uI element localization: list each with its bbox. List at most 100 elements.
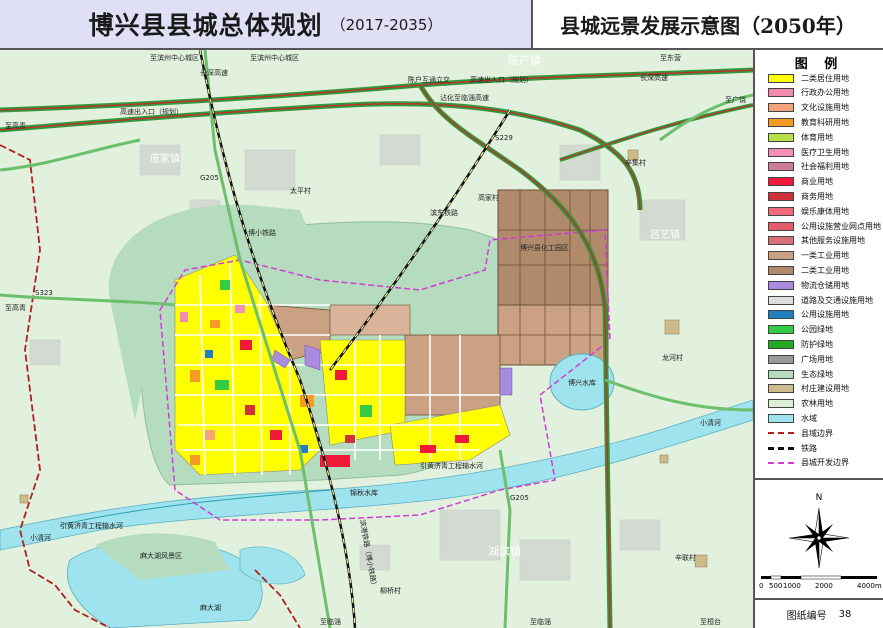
legend-swatch xyxy=(768,295,794,305)
legend-item: 行政办公用地 xyxy=(768,87,849,99)
legend-item: 体育用地 xyxy=(768,131,833,143)
legend-swatch xyxy=(768,206,794,216)
legend-label: 公园绿地 xyxy=(801,325,833,335)
legend-item: 农林用地 xyxy=(768,398,833,410)
legend-label: 商务用地 xyxy=(801,191,833,201)
compass-scale-panel: N 0 500 1000 2000 4000m xyxy=(753,478,883,598)
legend-item: 道路及交通设施用地 xyxy=(768,294,873,306)
label-xiaoqinghe-2: 小清河 xyxy=(700,418,721,427)
label-chenhu-town: 陈户镇 xyxy=(508,53,541,67)
map-legend: 图 例 二类居住用地行政办公用地 文化设施用地教育科研用地体育用地医疗卫生用地 社会… xyxy=(753,50,883,478)
legend-item: 其他服务设施用地 xyxy=(768,235,865,247)
legend-label: 公用设施营业网点用地 xyxy=(801,221,881,231)
legend-item: 广场用地 xyxy=(768,353,833,365)
legend-label: 一类工业用地 xyxy=(801,251,849,261)
plan-title-years: （2017-2035） xyxy=(330,15,443,34)
legend-label: 教育科研用地 xyxy=(801,117,849,127)
legend-label: 生态绿地 xyxy=(801,369,833,379)
legend-swatch xyxy=(768,354,794,364)
legend-label: 公用设施用地 xyxy=(801,310,849,320)
legend-heading: 图 例 xyxy=(794,57,844,72)
legend-swatch xyxy=(768,132,794,142)
sheet-number-label: 图纸编号 xyxy=(786,610,827,622)
legend-label: 广场用地 xyxy=(801,354,833,364)
title-bar: 博兴县县城总体规划 （2017-2035） 县城远景发展示意图（2050年） xyxy=(0,0,883,50)
legend-label: 社会福利用地 xyxy=(801,162,849,172)
label-boxing-reservoir: 博兴水库 xyxy=(568,378,596,387)
scale-tick-0: 0 xyxy=(759,582,763,590)
plan-title: 博兴县县城总体规划 （2017-2035） xyxy=(0,0,533,48)
legend-item: 铁路 xyxy=(768,442,817,454)
legend-swatch xyxy=(768,236,794,246)
label-chenhu-interchange: 陈户互通立交 xyxy=(408,75,450,84)
legend-label: 商业用地 xyxy=(801,177,833,187)
legend-label: 医疗卫生用地 xyxy=(801,147,849,157)
legend-item: 防护绿地 xyxy=(768,338,833,350)
legend-swatch xyxy=(768,325,794,335)
legend-swatch xyxy=(768,399,794,409)
label-to-huantai: 至桓台 xyxy=(700,617,721,626)
legend-swatch xyxy=(768,384,794,394)
legend-item: 商务用地 xyxy=(768,190,833,202)
label-bindong-rail: 滨东铁路 xyxy=(430,208,458,217)
north-label: N xyxy=(816,493,823,503)
legend-dashed-line xyxy=(768,432,794,435)
legend-swatch xyxy=(768,73,794,83)
legend-swatch xyxy=(768,117,794,127)
legend-item: 商业用地 xyxy=(768,176,833,188)
label-to-binzhou-2: 至滨州中心城区 xyxy=(250,53,299,62)
legend-item: 社会福利用地 xyxy=(768,161,849,173)
legend-swatch xyxy=(768,177,794,187)
label-to-gaoqing: 至高青 xyxy=(5,121,26,130)
label-changshen-hw-2: 长深高速 xyxy=(640,73,668,82)
label-changshen-hw: 长深高速 xyxy=(200,68,228,77)
legend-swatch xyxy=(768,191,794,201)
sheet-number-box: 图纸编号 38 xyxy=(753,598,883,628)
legend-item: 村庄建设用地 xyxy=(768,383,849,395)
label-to-linzi-2: 至临淄 xyxy=(530,617,551,626)
legend-label: 县域边界 xyxy=(801,428,833,438)
plan-title-main: 博兴县县城总体规划 xyxy=(88,11,323,40)
label-g205-south: G205 xyxy=(510,494,529,502)
map-subtitle: 县城远景发展示意图（2050年） xyxy=(560,13,856,38)
legend-item: 水域 xyxy=(768,412,817,424)
legend-swatch xyxy=(768,280,794,290)
label-hubin-town: 湖滨镇 xyxy=(488,544,521,558)
legend-item: 教育科研用地 xyxy=(768,116,849,128)
label-to-gaoqing-2: 至高青 xyxy=(5,303,26,312)
legend-label: 农林用地 xyxy=(801,399,833,409)
legend-label: 其他服务设施用地 xyxy=(801,236,865,246)
legend-item: 医疗卫生用地 xyxy=(768,146,849,158)
label-diversion-canal: 引黄济青工程输水河 xyxy=(60,521,123,530)
legend-item: 公用设施营业网点用地 xyxy=(768,220,881,232)
legend-label: 村庄建设用地 xyxy=(801,384,849,394)
chemical-industrial-park xyxy=(497,189,609,366)
label-gaojia: 高家村 xyxy=(478,193,499,202)
legend-swatch xyxy=(768,251,794,261)
legend-label: 二类居住用地 xyxy=(801,73,849,83)
label-xinji: 辛集村 xyxy=(625,158,646,167)
label-lvyi-town: 吕艺镇 xyxy=(650,228,680,241)
label-taiping: 太平村 xyxy=(290,186,311,195)
legend-label: 道路及交通设施用地 xyxy=(801,295,873,305)
legend-swatch xyxy=(768,88,794,98)
legend-item: 文化设施用地 xyxy=(768,102,849,114)
legend-railway-line xyxy=(768,446,794,450)
scale-tick-1000: 1000 xyxy=(783,582,801,590)
legend-item: 县域边界 xyxy=(768,427,833,439)
legend-swatch xyxy=(768,339,794,349)
legend-swatch xyxy=(768,413,794,423)
legend-item: 二类居住用地 xyxy=(768,72,849,84)
label-longhe: 龙河村 xyxy=(662,353,683,362)
label-hw-exit: 高速出入口（规划） xyxy=(120,107,183,116)
legend-item: 二类工业用地 xyxy=(768,264,849,276)
legend-item: 一类工业用地 xyxy=(768,250,849,262)
label-g205: G205 xyxy=(200,174,219,182)
scale-tick-500: 500 xyxy=(769,582,782,590)
legend-item: 娱乐康体用地 xyxy=(768,205,849,217)
label-s323: S323 xyxy=(35,289,53,297)
legend-label: 二类工业用地 xyxy=(801,265,849,275)
legend-label: 铁路 xyxy=(801,443,817,453)
legend-swatch xyxy=(768,162,794,172)
sheet-number-value: 38 xyxy=(838,608,852,620)
